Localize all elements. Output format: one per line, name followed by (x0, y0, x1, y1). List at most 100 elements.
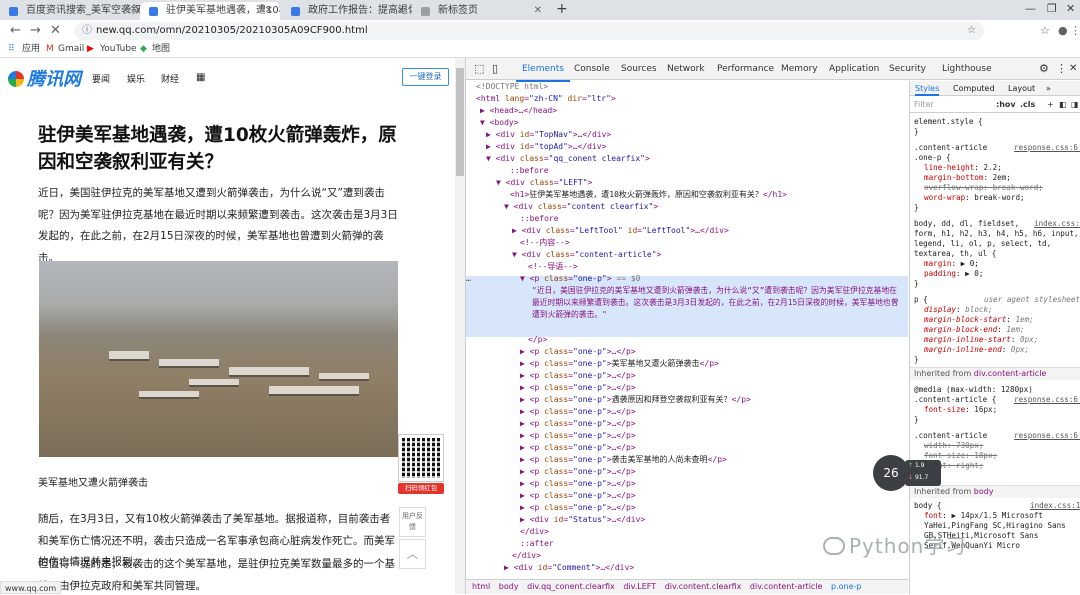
h1-text-node: 驻伊美军基地遇袭，遭10枚火箭弹轰炸，原因和空袭叙利亚有关？ (529, 190, 763, 199)
bookmark-youtube[interactable]: YouTube (100, 43, 137, 56)
baidu-favicon-icon (9, 7, 18, 16)
browser-tab[interactable]: 政府工作报告：提高退休人员基✕ (282, 2, 412, 20)
crumb-left[interactable]: div.LEFT (623, 582, 656, 591)
web-page: 腾讯网 要闻 娱乐 财经 ▦ 一键登录 驻伊美军基地遇袭，遭10枚火箭弹轰炸，原… (0, 58, 455, 594)
back-arrow-icon[interactable]: ← (10, 23, 21, 39)
device-toolbar-icon[interactable]: ▯ (492, 58, 498, 80)
styles-pane: Styles Computed Layout » Filter :hov .cl… (909, 81, 1080, 594)
more-tabs-icon[interactable]: » (1046, 81, 1051, 96)
styles-filter-input[interactable]: Filter :hov .cls + ◧ ◨ (910, 97, 1080, 113)
status-url: www.qq.com (0, 581, 62, 594)
qq-logo[interactable]: 腾讯网 (8, 65, 81, 91)
close-window-icon[interactable]: ✕ (1066, 0, 1075, 18)
selected-text-node: "近日，美国驻伊拉克的美军基地又遭到火箭弹袭击，为什么说“又”遭到袭击呢？因为美… (532, 286, 899, 320)
tab-computed[interactable]: Computed (953, 81, 995, 96)
close-devtools-icon[interactable]: ✕ (1069, 58, 1077, 80)
tab-strip: 百度资讯搜索_美军空袭叙利亚✕ 驻伊美军基地遇袭，遭10枚火箭✕ 政府工作报告：… (0, 0, 1080, 20)
tab-network[interactable]: Network (667, 58, 705, 80)
hov-button[interactable]: :hov (996, 97, 1016, 113)
new-tab-button[interactable]: + (556, 0, 568, 18)
newtab-favicon-icon (421, 7, 430, 16)
qq-favicon-icon (149, 7, 158, 16)
gmail-icon: M (46, 44, 54, 54)
profile-icon[interactable]: ● (1058, 23, 1068, 39)
bookmarks-bar: ⠿ 应用 M Gmail ▶ YouTube ◆ 地图 (0, 42, 1080, 58)
feedback-button[interactable]: 用户反馈 (399, 507, 426, 537)
tab-performance[interactable]: Performance (717, 58, 774, 80)
close-tab-icon[interactable]: ✕ (397, 2, 405, 20)
crumb-content[interactable]: div.content.clearfix (665, 582, 742, 591)
wechat-icon (823, 537, 845, 555)
dom-tree[interactable]: <!DOCTYPE html> <html lang="zh-CN" dir="… (466, 81, 908, 579)
bookmark-gmail[interactable]: Gmail (58, 43, 84, 56)
star-icon[interactable]: ☆ (967, 22, 976, 40)
nav-finance[interactable]: 财经 (161, 72, 179, 85)
cls-button[interactable]: .cls (1020, 97, 1035, 113)
page-scrollbar[interactable] (455, 58, 465, 594)
toggle-sidebar-icon[interactable]: ◧ (1059, 97, 1067, 113)
scrollbar-thumb[interactable] (456, 68, 464, 176)
watermark: Python学习 (823, 530, 966, 559)
bookmark-maps[interactable]: 地图 (152, 43, 170, 56)
gov-favicon-icon (291, 7, 300, 16)
article-photo (39, 261, 398, 457)
star-bookmark-icon[interactable]: ☆ (1040, 23, 1050, 39)
article-paragraph: 但值得一提的是，被袭击的这个美军基地，是驻伊拉克美军数量最多的一个基地，由伊拉克… (38, 558, 395, 592)
tab-sources[interactable]: Sources (621, 58, 657, 80)
bookmark-apps[interactable]: 应用 (22, 43, 40, 56)
tab-console[interactable]: Console (574, 58, 610, 80)
tab-layout[interactable]: Layout (1008, 81, 1035, 96)
settings-gear-icon[interactable]: ⚙ (1039, 58, 1049, 80)
apps-grid-icon[interactable]: ⠿ (8, 43, 15, 56)
inspect-element-icon[interactable]: ⬚ (474, 58, 484, 80)
qq-logo-icon (8, 71, 24, 87)
minimize-icon[interactable]: — (1025, 0, 1036, 18)
forward-arrow-icon[interactable]: → (30, 23, 41, 39)
crumb-body[interactable]: body (499, 582, 519, 591)
article-paragraph: 近日，美国驻伊拉克的美军基地又遭到火箭弹袭击，为什么说“又”遭到袭击呢？因为美军… (38, 187, 398, 264)
tab-styles[interactable]: Styles (915, 81, 940, 96)
tab-memory[interactable]: Memory (781, 58, 818, 80)
tab-security[interactable]: Security (889, 58, 926, 80)
browser-tab[interactable]: 百度资讯搜索_美军空袭叙利亚 ✕ (0, 2, 150, 20)
styles-tabs: Styles Computed Layout » (910, 81, 1080, 96)
add-rule-icon[interactable]: + (1047, 97, 1054, 113)
tab-lighthouse[interactable]: Lighthouse (942, 58, 992, 80)
login-button[interactable]: 一键登录 (402, 68, 449, 86)
devtools-panel: ⬚ ▯ Elements Console Sources Network Per… (465, 58, 1080, 594)
back-to-top-icon[interactable]: ︿ (399, 539, 426, 569)
browser-tab[interactable]: 新标签页 ✕ (412, 2, 549, 20)
computed-sidebar-icon[interactable]: ◨ (1071, 97, 1079, 113)
info-icon: ⓘ (82, 25, 92, 36)
devtools-toolbar: ⬚ ▯ Elements Console Sources Network Per… (466, 58, 1080, 82)
more-grid-icon[interactable]: ▦ (196, 72, 205, 83)
qr-code[interactable] (398, 434, 444, 482)
tab-application[interactable]: Application (829, 58, 879, 80)
tab-elements[interactable]: Elements (516, 58, 570, 82)
qr-redpacket-button[interactable]: 扫码领红包 (398, 483, 444, 494)
address-bar: ← → ✕ ⓘ new.qq.com/omn/20210305/20210305A… (0, 20, 1080, 42)
crumb-qq-conent[interactable]: div.qq_conent.clearfix (527, 582, 615, 591)
crumb-html[interactable]: html (472, 582, 490, 591)
article-title: 驻伊美军基地遇袭，遭10枚火箭弹轰炸，原因和空袭叙利亚有关？ (38, 125, 397, 173)
maps-icon: ◆ (140, 44, 147, 54)
stop-loading-icon[interactable]: ✕ (50, 23, 61, 39)
photo-caption: 美军基地又遭火箭弹袭击 (38, 478, 148, 489)
url-input[interactable]: ⓘ new.qq.com/omn/20210305/20210305A09CF90… (74, 22, 984, 40)
browser-tab-active[interactable]: 驻伊美军基地遇袭，遭10枚火箭✕ (140, 2, 280, 20)
crumb-content-article[interactable]: div.content-article (750, 582, 823, 591)
menu-icon[interactable]: ⋮ (1070, 23, 1080, 39)
close-tab-icon[interactable]: ✕ (534, 2, 542, 20)
maximize-icon[interactable]: ❐ (1047, 0, 1057, 18)
more-options-icon[interactable]: ⋮ (1056, 58, 1067, 80)
crumb-one-p[interactable]: p.one-p (831, 582, 861, 591)
network-speed-box: ↑ 1.9 ↓ 91.7 (905, 460, 941, 486)
nav-news[interactable]: 要闻 (92, 72, 110, 85)
close-tab-icon[interactable]: ✕ (265, 2, 273, 20)
nav-ent[interactable]: 娱乐 (127, 72, 145, 85)
youtube-icon: ▶ (87, 44, 94, 54)
speed-meter-widget[interactable]: 26 (873, 455, 909, 491)
breadcrumb: html body div.qq_conent.clearfix div.LEF… (466, 579, 908, 594)
inherited-header: Inherited from body (910, 485, 1080, 498)
inherited-header: Inherited from div.content-article (910, 367, 1080, 380)
